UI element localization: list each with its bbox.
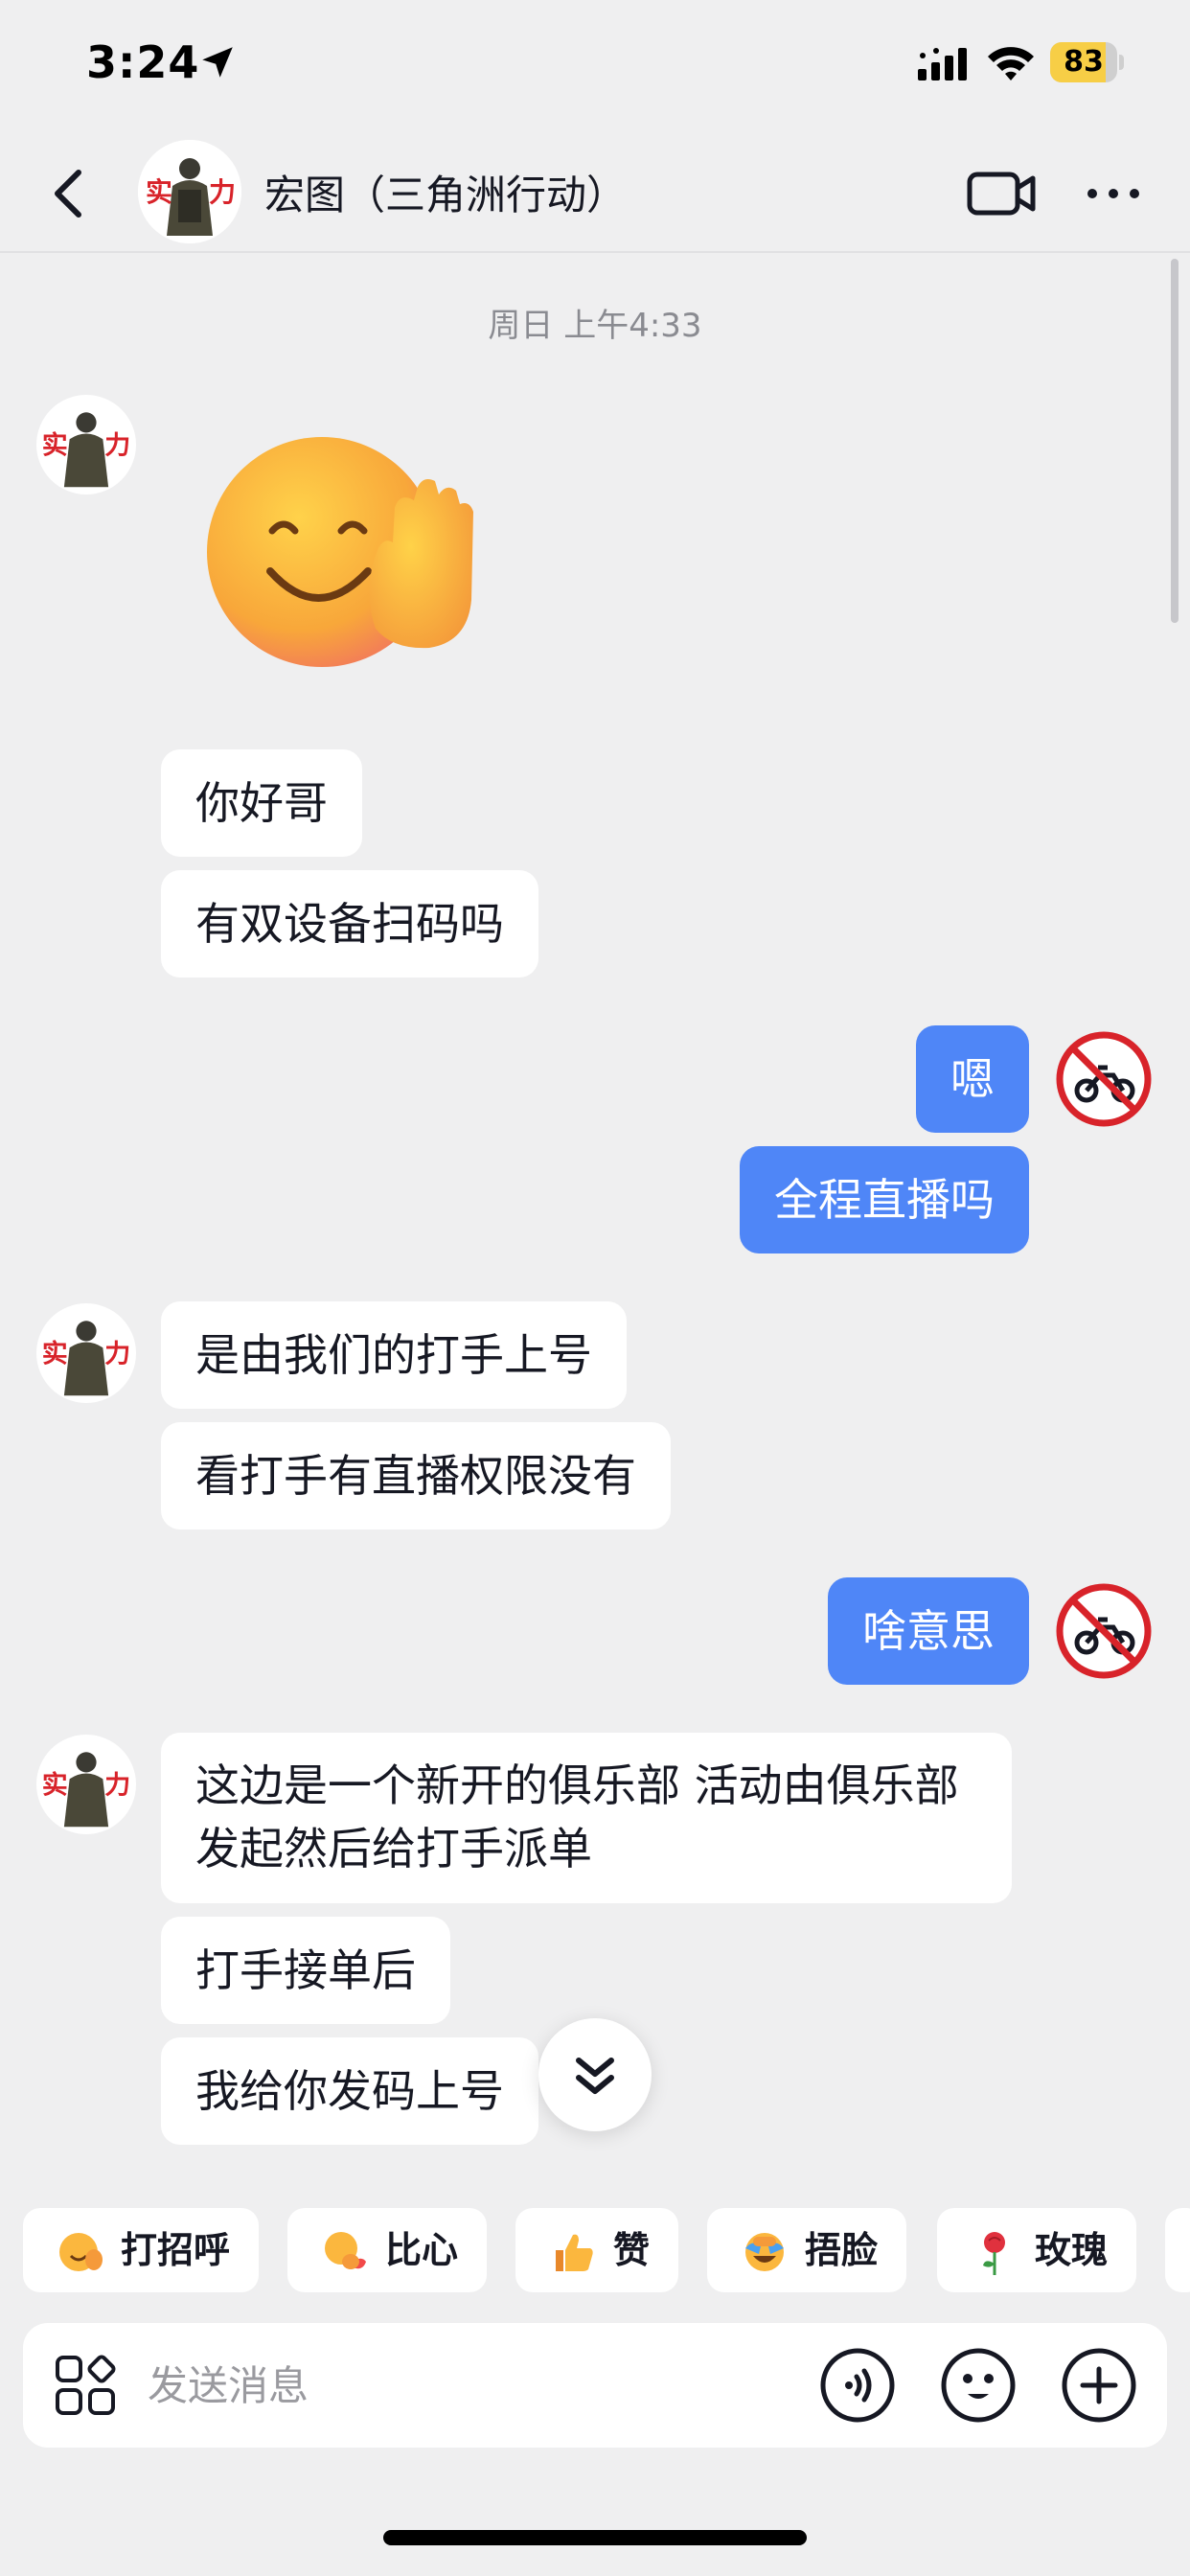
quick-reply-chip[interactable]: 赞	[515, 2208, 679, 2292]
soldier-avatar-icon: 实 力	[42, 1752, 130, 1828]
facepalm-laugh-emoji	[745, 2233, 784, 2271]
message-timestamp: 周日 上午4:33	[488, 307, 702, 345]
rose-emoji	[983, 2232, 1005, 2275]
voice-icon[interactable]	[818, 2346, 897, 2425]
contact-avatar-small[interactable]: 实 力	[36, 395, 136, 494]
quick-reply-label: 赞	[613, 2229, 651, 2271]
quick-reply-chip[interactable]: 玫瑰	[937, 2208, 1137, 2292]
quick-reply-label: 打招呼	[121, 2229, 231, 2271]
svg-text:实: 实	[42, 1770, 68, 1801]
video-call-icon[interactable]	[966, 167, 1037, 220]
message-bubble-out[interactable]: 嗯	[916, 1025, 1029, 1133]
message-bubble-in[interactable]: 你好哥	[161, 749, 362, 857]
contact-avatar-small[interactable]: 实 力	[36, 1303, 136, 1403]
avatar-char-shi: 实	[146, 176, 172, 208]
page-title[interactable]: 宏图（三角洲行动）	[264, 163, 627, 221]
quick-reply-label: 捂脸	[805, 2229, 879, 2271]
quick-reply-bar: 打招呼 比心 赞 捂脸 玫瑰	[0, 2195, 1190, 2296]
thumbs-up-emoji	[556, 2234, 593, 2271]
svg-text:力: 力	[104, 1771, 130, 1801]
emoji-icon[interactable]	[939, 2346, 1018, 2425]
more-icon[interactable]	[1083, 172, 1144, 215]
quick-reply-chip-partial[interactable]	[1165, 2208, 1190, 2292]
back-arrow-icon[interactable]	[42, 163, 100, 224]
battery-percent: 83	[1064, 45, 1104, 79]
svg-text:力: 力	[104, 431, 130, 461]
message-input[interactable]	[148, 2342, 684, 2428]
plus-icon[interactable]	[1060, 2346, 1138, 2425]
quick-reply-chip[interactable]: 打招呼	[23, 2208, 260, 2292]
quick-reply-label: 玫瑰	[1035, 2229, 1109, 2271]
soldier-avatar-icon: 实 力	[42, 412, 130, 488]
apps-icon[interactable]	[52, 2352, 119, 2419]
contact-avatar[interactable]: 实 力	[138, 140, 241, 243]
message-bubble-in[interactable]: 我给你发码上号	[161, 2037, 538, 2145]
signal-icon	[918, 48, 967, 80]
message-input-bar	[23, 2323, 1167, 2448]
home-indicator[interactable]	[383, 2530, 807, 2545]
no-motorcycle-icon[interactable]	[1056, 1031, 1152, 1127]
status-bar: 3:24 83	[0, 0, 1190, 134]
waving-face-emoji	[59, 2233, 103, 2271]
svg-text:力: 力	[104, 1340, 130, 1369]
message-bubble-in[interactable]: 有双设备扫码吗	[161, 870, 538, 978]
message-bubble-in[interactable]: 看打手有直播权限没有	[161, 1422, 671, 1530]
location-arrow-icon	[202, 47, 233, 78]
svg-text:实: 实	[42, 430, 68, 461]
message-bubble-out[interactable]: 啥意思	[828, 1577, 1029, 1685]
chat-screen: 3:24 83 实 力 宏图（三角洲行动） 周日 上午4:33 实 力 你好哥 …	[0, 0, 1190, 2576]
message-bubble-out[interactable]: 全程直播吗	[740, 1146, 1029, 1254]
soldier-avatar-icon: 实 力	[42, 1321, 130, 1396]
quick-reply-chip[interactable]: 捂脸	[707, 2208, 907, 2292]
nav-bar: 实 力 宏图（三角洲行动）	[0, 134, 1190, 253]
battery-icon: 83	[1050, 42, 1124, 82]
double-chevron-down-icon	[576, 2058, 614, 2094]
scroll-to-bottom-button[interactable]	[538, 2018, 652, 2131]
quick-reply-chip[interactable]: 比心	[287, 2208, 488, 2292]
contact-avatar-small[interactable]: 实 力	[36, 1735, 136, 1834]
message-bubble-in[interactable]: 打手接单后	[161, 1917, 450, 2024]
message-bubble-in[interactable]: 这边是一个新开的俱乐部 活动由俱乐部发起然后给打手派单	[161, 1733, 1012, 1903]
status-time: 3:24	[86, 36, 200, 88]
svg-text:实: 实	[42, 1339, 68, 1369]
quick-reply-label: 比心	[385, 2229, 459, 2271]
finger-heart-emoji	[325, 2232, 366, 2269]
avatar-char-li: 力	[209, 176, 236, 208]
message-bubble-in[interactable]: 是由我们的打手上号	[161, 1301, 627, 1409]
no-motorcycle-icon[interactable]	[1056, 1583, 1152, 1679]
soldier-avatar-icon: 实 力	[138, 140, 241, 243]
wifi-icon	[988, 47, 1034, 80]
waving-smiley-sticker[interactable]	[188, 437, 485, 686]
